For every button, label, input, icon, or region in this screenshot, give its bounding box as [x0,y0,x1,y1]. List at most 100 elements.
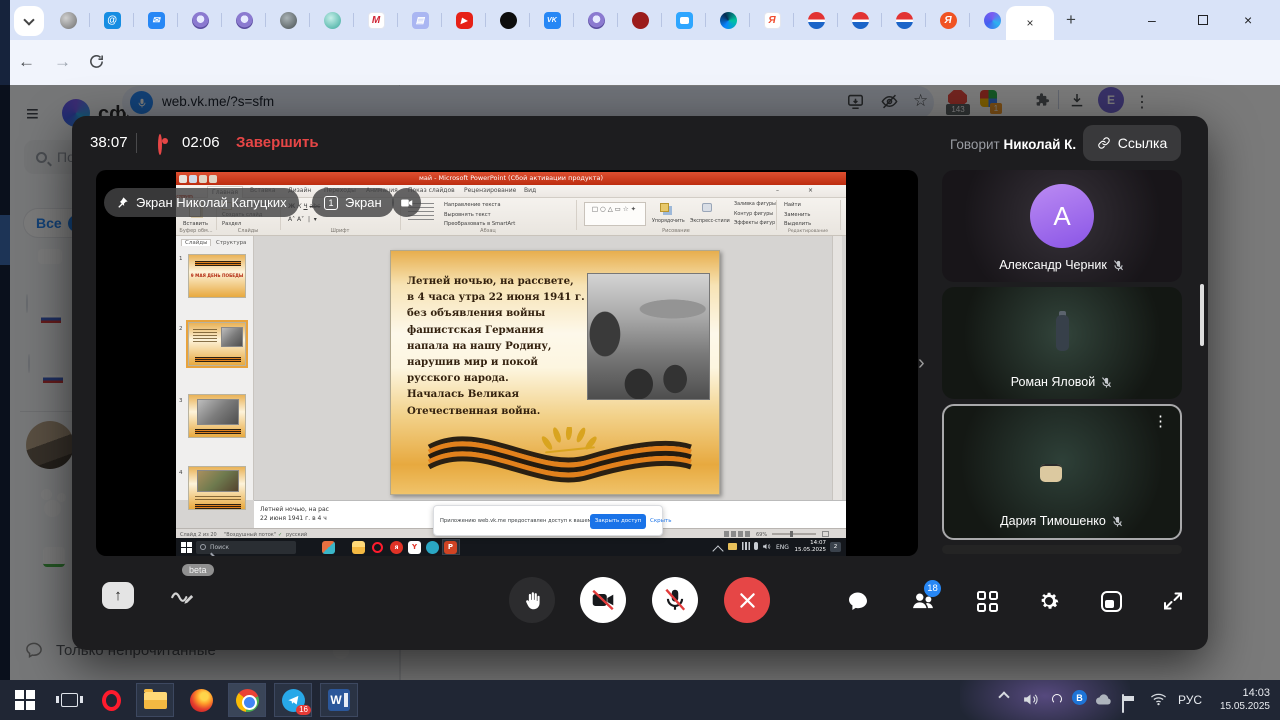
pinned-tab-dark[interactable] [486,0,530,40]
screen-tab-chip[interactable]: 1 Экран [312,188,394,217]
slide-thumbnail-4[interactable] [188,466,246,510]
shapes-gallery[interactable]: □○△▭☆✦ [584,202,646,226]
language-indicator[interactable]: РУС [1178,693,1202,707]
taskbar-telegram-active[interactable]: 16 [274,683,312,717]
camera-view-chip[interactable] [392,188,421,217]
participant-tile-highlighted[interactable]: ⋮ Дария Тимошенко [942,404,1182,540]
shape-effects-button[interactable]: Эффекты фигур [734,220,775,228]
pinned-tab-circle3[interactable] [882,0,926,40]
tray-mic-icon[interactable] [754,542,758,550]
sidebar-collapse-chevron[interactable]: › [918,352,925,375]
ppt-minimize[interactable]: – [776,187,779,194]
pinned-tab-university[interactable]: М [354,0,398,40]
tray-folder-icon[interactable] [728,543,737,550]
copy-link-button[interactable]: Ссылка [1083,125,1181,161]
close-tab-icon[interactable]: × [1026,16,1033,30]
tab-search-button[interactable] [14,6,44,36]
participant-tile[interactable]: А Александр Черник [942,170,1182,282]
yandex-browser-icon[interactable]: Y [408,541,421,554]
smartart-button[interactable]: Преобразовать в SmartArt [444,220,515,228]
replace-button[interactable]: Заменить [784,211,810,219]
pinned-tab-messenger[interactable] [662,0,706,40]
ppt-close[interactable]: × [808,187,813,194]
new-tab-button[interactable]: + [1066,10,1076,30]
pinned-tab-gov[interactable] [178,0,222,40]
battery-icon[interactable] [1122,694,1124,713]
grid-view-button[interactable] [974,588,1000,614]
tray-speaker-icon[interactable] [762,542,771,551]
pinned-tab-vk[interactable]: VK [530,0,574,40]
tray-expand-icon[interactable] [712,545,723,556]
end-call-button[interactable] [724,577,770,623]
view-buttons[interactable] [724,531,750,537]
ppt-tab[interactable]: Рецензирование [464,187,516,194]
pinned-tab-yandex2[interactable]: Я [926,0,970,40]
fit-window-icon[interactable] [822,531,829,537]
shape-outline-button[interactable]: Контур фигуры [734,211,773,219]
window-minimize-button[interactable]: – [1148,12,1156,28]
pinned-tab-library[interactable]: ▤ [398,0,442,40]
pinned-tab-circle2[interactable] [838,0,882,40]
forward-button[interactable]: → [54,52,71,72]
pinned-tab-inbox[interactable]: ✉ [134,0,178,40]
onedrive-cloud-icon[interactable] [1094,692,1113,706]
zoom-slider-knob[interactable] [790,531,793,537]
underline-button[interactable]: Ч [303,203,307,210]
camera-off-button[interactable] [580,577,626,623]
arrange-button[interactable]: Упорядочить [652,218,685,226]
task-view-button[interactable] [50,683,88,717]
participants-scrollbar[interactable] [1200,284,1204,346]
settings-button[interactable] [1036,588,1062,614]
speaker-icon[interactable] [1022,691,1039,708]
window-maximize-button[interactable] [1198,15,1208,25]
pinned-tab-globe[interactable] [266,0,310,40]
ppt-tab[interactable]: Вид [524,187,536,194]
chat-button[interactable] [845,588,871,614]
section-button[interactable]: Раздел [222,220,241,228]
pip-button[interactable] [1098,588,1124,614]
taskbar-clock[interactable]: 14:03 15.05.2025 [1212,687,1270,713]
taskbar-explorer-active[interactable] [136,683,174,717]
start-button[interactable] [181,542,192,553]
active-tab[interactable]: × [1006,6,1054,40]
reload-button[interactable] [88,53,105,70]
banner-hide-button[interactable]: Скрыть [650,518,671,524]
tray-network-icon[interactable] [742,542,750,550]
raise-hand-button[interactable] [509,577,555,623]
shape-fill-button[interactable]: Заливка фигуры [734,201,776,209]
wifi-icon[interactable] [1150,691,1167,706]
grow-font[interactable]: А [288,216,292,223]
font-size-controls[interactable]: А˄ А˅ | ▾ [288,216,317,224]
participant-tile[interactable]: Роман Яловой [942,287,1182,399]
tile-menu-kebab-icon[interactable]: ⋮ [1153,412,1168,430]
opera-icon[interactable] [372,542,383,553]
paste-label[interactable]: Вставить [183,220,208,228]
taskbar-chrome-focused[interactable] [228,683,266,717]
window-close-button[interactable]: × [1244,12,1252,28]
pinned-tab[interactable] [46,0,90,40]
weather-widget-icon[interactable] [322,541,335,554]
text-direction-button[interactable]: Направление текста [444,201,501,209]
notification-center-icon[interactable]: 2 [830,542,841,552]
fullscreen-button[interactable] [1160,588,1186,614]
taskbar-search[interactable]: Поиск [196,541,296,554]
pinned-tab-globe2[interactable] [310,0,354,40]
share-screen-button[interactable]: ↑ [102,582,134,609]
pinned-tab-yandex[interactable]: Я [750,0,794,40]
slide-thumbnail-2-selected[interactable] [188,322,246,366]
pinned-tab-mail[interactable]: @ [90,0,134,40]
pinned-screen-chip[interactable]: Экран Николай Капуцких [104,188,299,217]
ppt-scrollbar[interactable] [832,236,842,500]
taskbar-firefox[interactable] [182,683,220,717]
pinned-tab-darkred[interactable] [618,0,662,40]
whiteboard-button[interactable] [168,582,196,608]
pinned-tab-gov[interactable] [222,0,266,40]
inner-language-indicator[interactable]: ENG [776,544,789,551]
slide-thumbnail-3[interactable] [188,394,246,438]
explorer-icon[interactable] [352,541,365,554]
panel-tab-slides[interactable]: Слайды [181,239,211,246]
red-app-icon[interactable]: я [390,541,403,554]
taskbar-word-active[interactable]: W [320,683,358,717]
back-button[interactable]: ← [18,52,35,72]
pinned-tab-swirl[interactable] [706,0,750,40]
